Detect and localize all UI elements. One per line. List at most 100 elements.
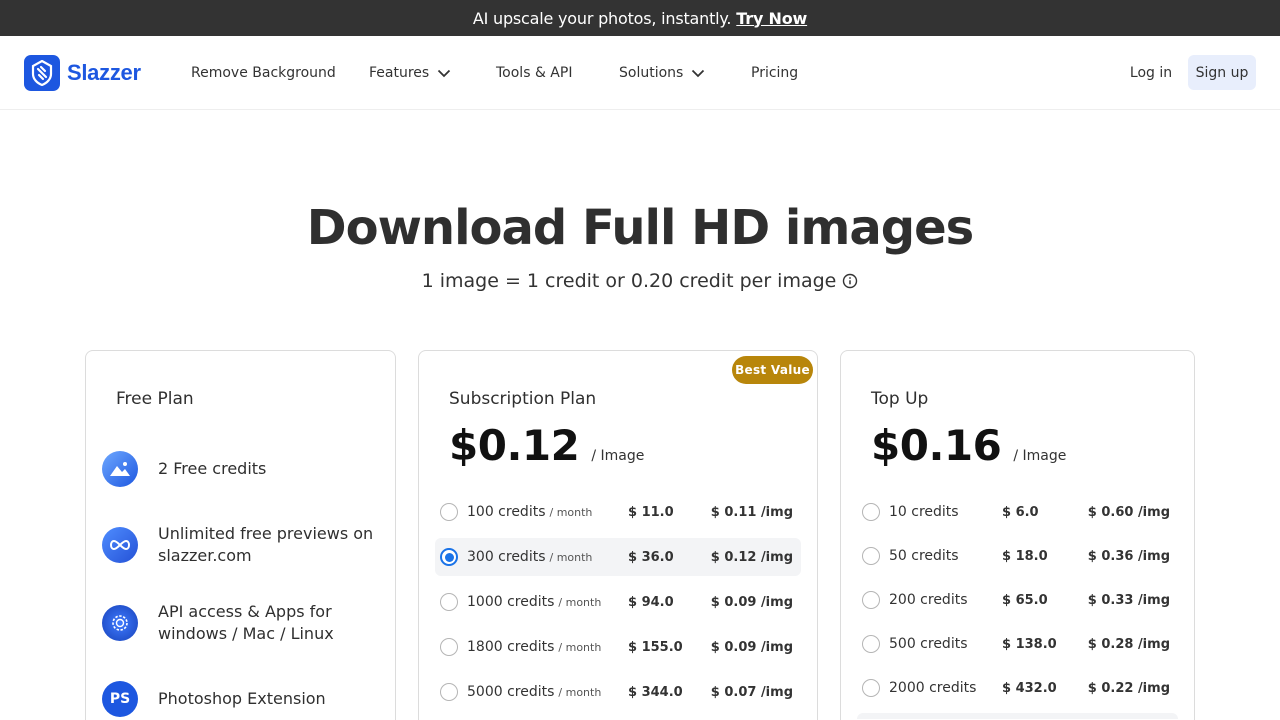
subscription-option-selected[interactable]: 300 credits / month $ 36.0 $ 0.12 /img bbox=[435, 538, 801, 576]
radio-button[interactable] bbox=[862, 679, 880, 697]
radio-button[interactable] bbox=[440, 503, 458, 521]
option-unit-price: $ 0.09 /img bbox=[710, 594, 793, 610]
nav-solutions[interactable]: Solutions bbox=[619, 36, 705, 110]
option-cost: $ 94.0 bbox=[628, 594, 674, 610]
option-cost: $ 65.0 bbox=[1002, 592, 1048, 608]
subscription-plan-title: Subscription Plan bbox=[449, 389, 597, 409]
top-up-title: Top Up bbox=[871, 389, 929, 409]
login-button[interactable]: Log in bbox=[1122, 55, 1180, 90]
option-cost: $ 18.0 bbox=[1002, 548, 1048, 564]
try-now-link[interactable]: Try Now bbox=[736, 9, 807, 28]
photoshop-icon-label: PS bbox=[109, 691, 131, 707]
option-unit-price: $ 0.33 /img bbox=[1087, 592, 1170, 608]
option-credits: 1000 credits bbox=[467, 594, 555, 610]
radio-button[interactable] bbox=[862, 503, 880, 521]
infinity-icon bbox=[102, 527, 138, 563]
free-plan-card: Free Plan 2 Free credits Unlimited free … bbox=[85, 350, 396, 720]
nav-label: Tools & API bbox=[496, 65, 573, 81]
subscription-option[interactable]: 1800 credits / month $ 155.0 $ 0.09 /img bbox=[435, 628, 801, 666]
announcement-text: AI upscale your photos, instantly. bbox=[472, 8, 732, 28]
feature-text: Photoshop Extension bbox=[158, 689, 326, 708]
feature-text: Unlimited free previews on slazzer.com bbox=[158, 524, 374, 565]
radio-button[interactable] bbox=[862, 591, 880, 609]
option-cost: $ 6.0 bbox=[1002, 504, 1039, 520]
subscription-option[interactable]: 1000 credits / month $ 94.0 $ 0.09 /img bbox=[435, 583, 801, 621]
price-unit: / Image bbox=[591, 448, 645, 464]
nav-label: Solutions bbox=[619, 65, 684, 81]
option-unit-price: $ 0.28 /img bbox=[1087, 636, 1170, 652]
option-credits: 500 credits bbox=[889, 636, 968, 652]
option-period: / month bbox=[558, 596, 602, 609]
info-icon[interactable] bbox=[842, 273, 858, 289]
chevron-down-icon bbox=[438, 69, 451, 77]
signup-button[interactable]: Sign up bbox=[1188, 55, 1256, 90]
top-up-option[interactable]: 500 credits $ 138.0 $ 0.28 /img bbox=[857, 625, 1178, 663]
option-cost: $ 138.0 bbox=[1002, 636, 1057, 652]
option-unit-price: $ 0.07 /img bbox=[710, 684, 793, 700]
free-plan-title: Free Plan bbox=[116, 389, 194, 409]
option-period: / month bbox=[558, 641, 602, 654]
option-unit-price: $ 0.11 /img bbox=[710, 504, 793, 520]
hero-subtitle: 1 image = 1 credit or 0.20 credit per im… bbox=[0, 270, 1280, 292]
best-value-badge: Best Value bbox=[732, 356, 813, 384]
option-unit-price: $ 0.22 /img bbox=[1087, 680, 1170, 696]
subtitle-text: 1 image = 1 credit or 0.20 credit per im… bbox=[421, 270, 837, 292]
option-unit-price: $ 0.60 /img bbox=[1087, 504, 1170, 520]
feature-item: Unlimited free previews on slazzer.com bbox=[102, 523, 392, 567]
subscription-plan-card: Best Value Subscription Plan $0.12 / Ima… bbox=[418, 350, 818, 720]
option-credits: 2000 credits bbox=[889, 680, 977, 696]
radio-button[interactable] bbox=[440, 683, 458, 701]
option-cost: $ 432.0 bbox=[1002, 680, 1057, 696]
top-up-option[interactable]: 50 credits $ 18.0 $ 0.36 /img bbox=[857, 537, 1178, 575]
subscription-price: $0.12 / Image bbox=[449, 421, 644, 470]
navbar: Slazzer Remove Background Features Tools… bbox=[0, 36, 1280, 110]
image-icon bbox=[102, 451, 138, 487]
option-cost: $ 36.0 bbox=[628, 549, 674, 565]
page-title: Download Full HD images bbox=[306, 200, 974, 256]
slazzer-logo-icon bbox=[24, 55, 60, 91]
option-credits: 1800 credits bbox=[467, 639, 555, 655]
next-option-edge bbox=[857, 713, 1178, 719]
option-credits: 10 credits bbox=[889, 504, 959, 520]
radio-button[interactable] bbox=[440, 593, 458, 611]
subscription-option[interactable]: 100 credits / month $ 11.0 $ 0.11 /img bbox=[435, 493, 801, 531]
option-unit-price: $ 0.12 /img bbox=[710, 549, 793, 565]
radio-button[interactable] bbox=[440, 638, 458, 656]
radio-button-selected[interactable] bbox=[440, 548, 458, 566]
top-up-card: Top Up $0.16 / Image 10 credits $ 6.0 $ … bbox=[840, 350, 1195, 720]
option-credits: 200 credits bbox=[889, 592, 968, 608]
top-up-price: $0.16 / Image bbox=[871, 421, 1066, 470]
radio-button[interactable] bbox=[862, 635, 880, 653]
photoshop-icon: PS bbox=[102, 681, 138, 717]
price-unit: / Image bbox=[1013, 448, 1067, 464]
option-cost: $ 11.0 bbox=[628, 504, 674, 520]
nav-remove-background[interactable]: Remove Background bbox=[191, 36, 336, 110]
top-up-option[interactable]: 10 credits $ 6.0 $ 0.60 /img bbox=[857, 493, 1178, 531]
nav-label: Pricing bbox=[751, 65, 799, 81]
option-unit-price: $ 0.36 /img bbox=[1087, 548, 1170, 564]
option-credits: 100 credits bbox=[467, 504, 546, 520]
feature-item: PS Photoshop Extension bbox=[102, 681, 392, 717]
feature-item: 2 Free credits bbox=[102, 451, 392, 487]
nav-label: Features bbox=[369, 65, 430, 81]
nav-tools-api[interactable]: Tools & API bbox=[496, 36, 572, 110]
top-up-option[interactable]: 2000 credits $ 432.0 $ 0.22 /img bbox=[857, 669, 1178, 707]
logo[interactable]: Slazzer bbox=[24, 55, 141, 91]
nav-label: Remove Background bbox=[191, 65, 336, 81]
top-up-option[interactable]: 200 credits $ 65.0 $ 0.33 /img bbox=[857, 581, 1178, 619]
brand-name: Slazzer bbox=[67, 60, 141, 85]
radio-button[interactable] bbox=[862, 547, 880, 565]
option-credits: 300 credits bbox=[467, 549, 546, 565]
chevron-down-icon bbox=[692, 69, 705, 77]
nav-pricing[interactable]: Pricing bbox=[751, 36, 798, 110]
option-credits: 50 credits bbox=[889, 548, 959, 564]
option-period: / month bbox=[558, 686, 602, 699]
price-amount: $0.12 bbox=[449, 421, 580, 470]
announcement-bar: AI upscale your photos, instantly. Try N… bbox=[0, 0, 1280, 36]
option-credits: 5000 credits bbox=[467, 684, 555, 700]
subscription-option[interactable]: 5000 credits / month $ 344.0 $ 0.07 /img bbox=[435, 673, 801, 711]
nav-features[interactable]: Features bbox=[369, 36, 451, 110]
option-period: / month bbox=[549, 551, 593, 564]
feature-text: API access & Apps for windows / Mac / Li… bbox=[158, 602, 334, 643]
option-cost: $ 344.0 bbox=[628, 684, 683, 700]
